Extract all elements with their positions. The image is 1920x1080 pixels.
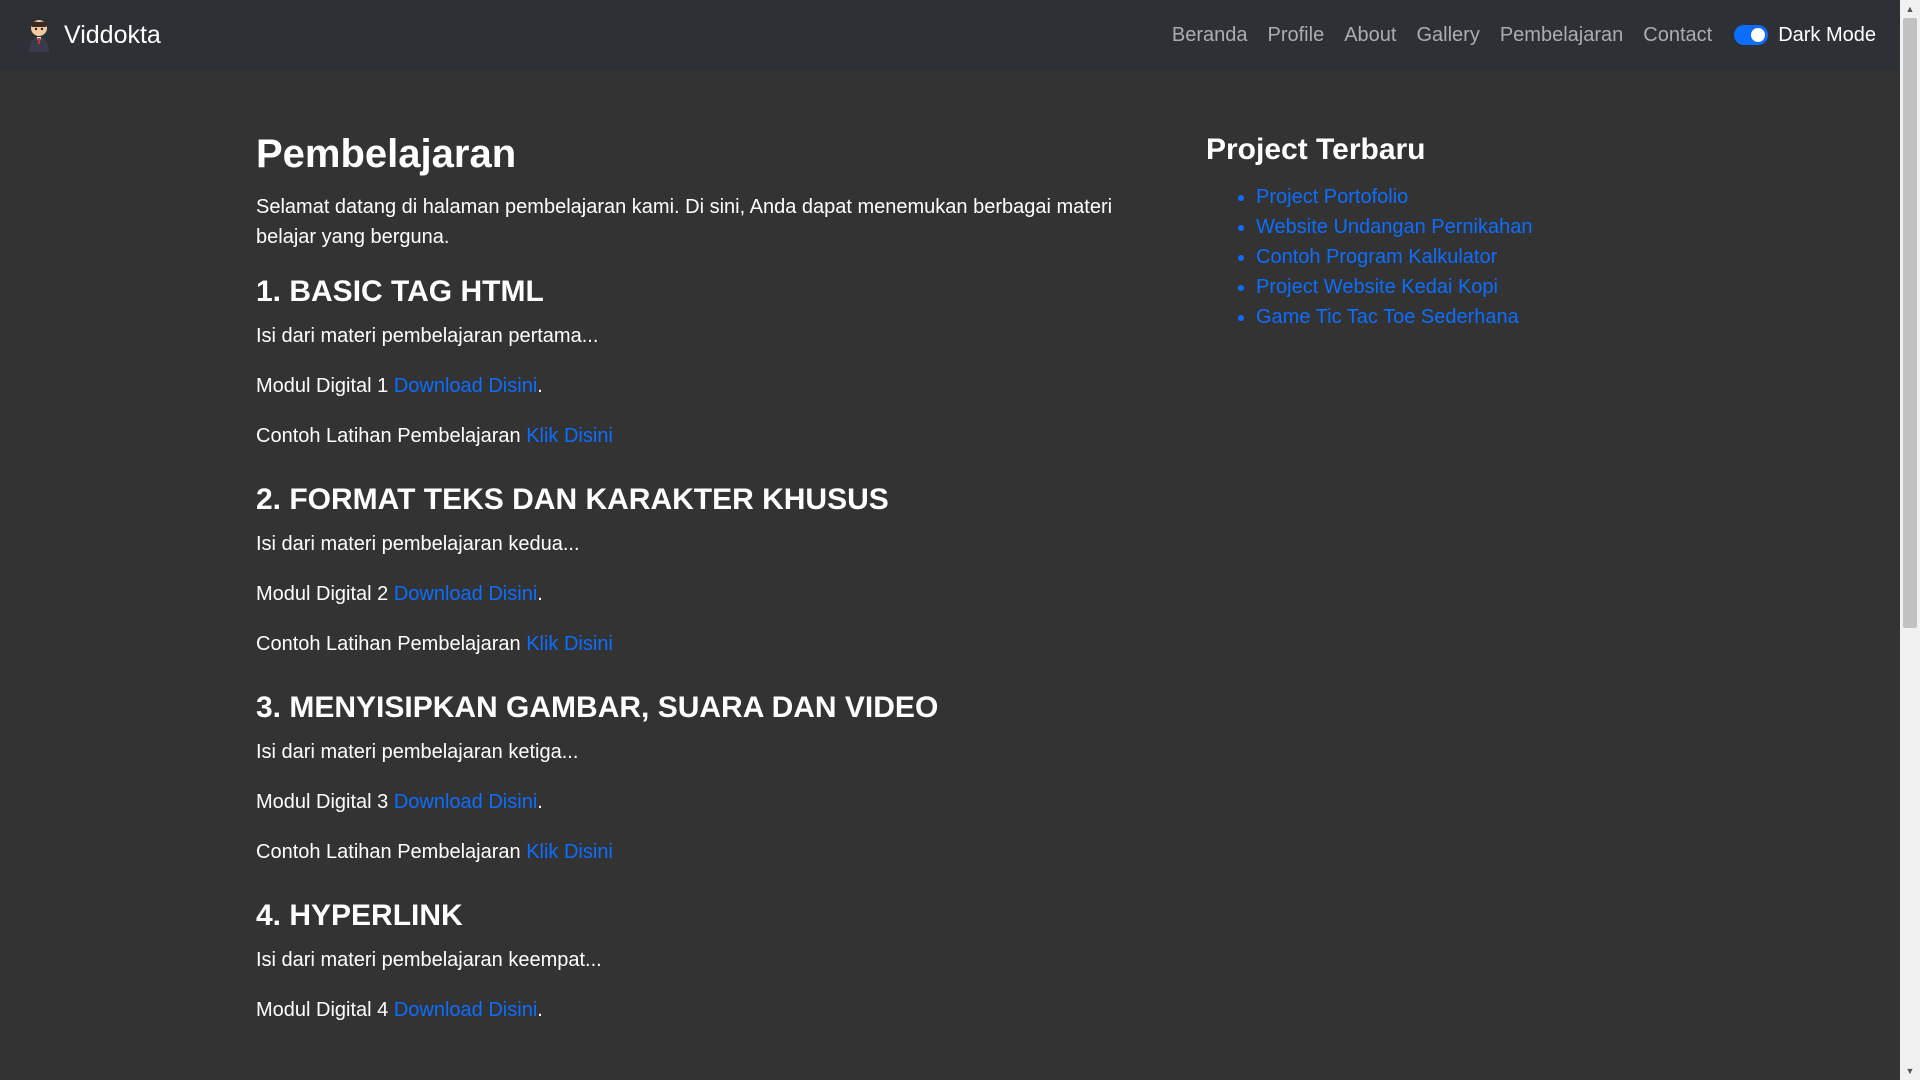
intro-text: Selamat datang di halaman pembelajaran k… (256, 196, 1113, 248)
lesson-heading: 4. HYPERLINK (256, 899, 463, 932)
module-label: Modul Digital 2 (256, 583, 389, 605)
exercise-line: Contoh Latihan Pembelajaran Klik Disini (256, 422, 1126, 450)
download-link[interactable]: Download Disini (394, 583, 537, 605)
exercise-label: Contoh Latihan Pembelajaran (256, 841, 521, 863)
nav-link-pembelajaran[interactable]: Pembelajaran (1500, 24, 1623, 47)
navbar: Viddokta Beranda Profile About Gallery P… (0, 0, 1900, 70)
module-line: Modul Digital 3 Download Disini. (256, 791, 543, 813)
nav-link-profile[interactable]: Profile (1268, 24, 1325, 47)
nav-link-gallery[interactable]: Gallery (1416, 24, 1479, 47)
project-list: Project Portofolio Website Undangan Pern… (1206, 182, 1606, 332)
nav-link-contact[interactable]: Contact (1643, 24, 1712, 47)
project-link-portofolio[interactable]: Project Portofolio (1256, 186, 1408, 208)
lesson-description: Isi dari materi pembelajaran kedua... (256, 533, 580, 555)
project-sidebar: Project Terbaru Project Portofolio Websi… (1206, 128, 1606, 332)
lesson-section-3: 3. MENYISIPKAN GAMBAR, SUARA DAN VIDEO I… (256, 690, 1126, 866)
main-content: Pembelajaran Selamat datang di halaman p… (256, 110, 1126, 1056)
lesson-heading: 1. BASIC TAG HTML (256, 275, 544, 308)
brand-link[interactable]: Viddokta (24, 18, 161, 52)
exercise-link[interactable]: Klik Disini (526, 425, 613, 447)
nav-link-about[interactable]: About (1344, 24, 1396, 47)
brand-name: Viddokta (64, 20, 161, 49)
project-list-item: Contoh Program Kalkulator (1256, 242, 1606, 272)
lesson-section-1: 1. BASIC TAG HTML Isi dari materi pembel… (256, 274, 1126, 450)
exercise-line: Contoh Latihan Pembelajaran Klik Disini (256, 630, 1126, 658)
lesson-description: Isi dari materi pembelajaran keempat... (256, 949, 602, 971)
scroll-up-arrow-icon[interactable]: ▲ (1900, 0, 1920, 18)
lesson-heading: 2. FORMAT TEKS DAN KARAKTER KHUSUS (256, 483, 889, 516)
nav-link-beranda[interactable]: Beranda (1172, 24, 1248, 47)
project-link-tic-tac-toe[interactable]: Game Tic Tac Toe Sederhana (1256, 306, 1519, 328)
scroll-down-arrow-icon[interactable]: ▼ (1900, 1062, 1920, 1080)
dark-mode-toggle[interactable] (1734, 25, 1769, 45)
exercise-label: Contoh Latihan Pembelajaran (256, 425, 521, 447)
module-line: Modul Digital 2 Download Disini. (256, 583, 543, 605)
project-list-item: Game Tic Tac Toe Sederhana (1256, 302, 1606, 332)
dark-mode-switch: Dark Mode (1734, 24, 1876, 47)
module-line: Modul Digital 4 Download Disini. (256, 999, 543, 1021)
project-list-item: Project Website Kedai Kopi (1256, 272, 1606, 302)
page-title: Pembelajaran (256, 132, 517, 176)
project-list-item: Project Portofolio (1256, 182, 1606, 212)
exercise-link[interactable]: Klik Disini (526, 841, 613, 863)
exercise-link[interactable]: Klik Disini (526, 633, 613, 655)
project-link-kalkulator[interactable]: Contoh Program Kalkulator (1256, 246, 1497, 268)
lesson-description: Isi dari materi pembelajaran ketiga... (256, 741, 579, 763)
download-link[interactable]: Download Disini (394, 999, 537, 1021)
exercise-line: Contoh Latihan Pembelajaran Klik Disini (256, 838, 1126, 866)
sidebar-title: Project Terbaru (1206, 133, 1426, 166)
lesson-description: Isi dari materi pembelajaran pertama... (256, 325, 599, 347)
avatar-logo-icon (24, 18, 54, 52)
lesson-section-4: 4. HYPERLINK Isi dari materi pembelajara… (256, 898, 1126, 1024)
nav-menu: Beranda Profile About Gallery Pembelajar… (1172, 24, 1876, 47)
exercise-label: Contoh Latihan Pembelajaran (256, 633, 521, 655)
module-label: Modul Digital 3 (256, 791, 389, 813)
module-label: Modul Digital 4 (256, 999, 389, 1021)
scrollbar-thumb[interactable] (1903, 18, 1917, 628)
project-link-undangan[interactable]: Website Undangan Pernikahan (1256, 216, 1532, 238)
vertical-scrollbar[interactable]: ▲ ▼ (1900, 0, 1920, 1080)
download-link[interactable]: Download Disini (394, 791, 537, 813)
project-link-kedai-kopi[interactable]: Project Website Kedai Kopi (1256, 276, 1498, 298)
dark-mode-label[interactable]: Dark Mode (1778, 24, 1876, 47)
project-list-item: Website Undangan Pernikahan (1256, 212, 1606, 242)
lesson-heading: 3. MENYISIPKAN GAMBAR, SUARA DAN VIDEO (256, 691, 939, 724)
download-link[interactable]: Download Disini (394, 375, 537, 397)
lesson-section-2: 2. FORMAT TEKS DAN KARAKTER KHUSUS Isi d… (256, 482, 1126, 658)
toggle-knob (1751, 28, 1766, 42)
module-label: Modul Digital 1 (256, 375, 389, 397)
module-line: Modul Digital 1 Download Disini. (256, 375, 543, 397)
